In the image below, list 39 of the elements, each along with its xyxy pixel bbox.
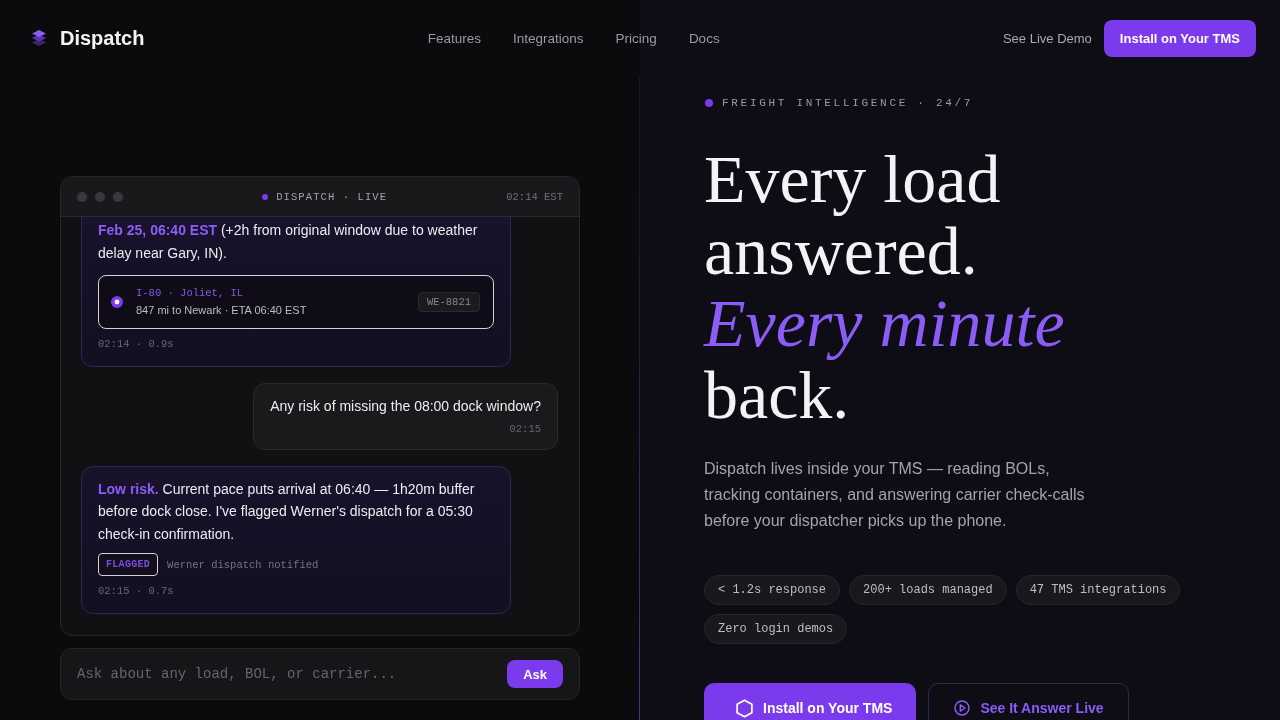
logo-icon [31, 29, 47, 47]
flag-note: Werner dispatch notified [167, 558, 319, 571]
stat-chip: < 1.2s response [704, 575, 841, 605]
load-card[interactable]: I-80 · Joliet, IL 847 mi to Newark · ETA 06:40 EST WE-8821 [98, 275, 494, 329]
message-text: Feb 25, 06:40 EST (+2h from original window due to weather delay near Gary, IN). [98, 221, 479, 263]
load-id-tag: WE-8821 [417, 292, 480, 312]
demo-link[interactable]: See Live Demo [1002, 30, 1092, 46]
ask-field[interactable]: Ask about any load, BOL, or carrier... Ask [60, 648, 580, 700]
hero-description: Dispatch lives inside your TMS — reading BOLs, tracking containers, and answering carrier check-calls before your dispatcher picks up the phone. [704, 459, 1086, 531]
nav-link[interactable]: Pricing [615, 30, 657, 46]
load-detail: 847 mi to Newark · ETA 06:40 EST [136, 303, 308, 318]
stat-chip: Zero login demos [704, 614, 848, 644]
ask-button[interactable]: Ask [507, 660, 563, 688]
headline: Every load answered. Every minute back. [704, 143, 1066, 431]
message-text: Any risk of missing the 08:00 dock window? [270, 397, 541, 416]
load-route: I-80 · Joliet, IL [136, 286, 245, 301]
nav-link[interactable]: Integrations [513, 30, 584, 46]
nav-link[interactable]: Features [427, 30, 482, 46]
live-dot-icon [262, 193, 269, 200]
message-meta: 02:15 · 0.7s [98, 584, 174, 598]
eyebrow-dot-icon [705, 99, 713, 107]
location-dot-icon [111, 296, 123, 308]
hexagon-icon [736, 698, 753, 718]
install-button[interactable]: Install on Your TMS [704, 683, 917, 720]
window-title: DISPATCH · LIVE [276, 190, 388, 203]
message-meta: 02:14 · 0.9s [98, 337, 174, 351]
message-time: 02:15 [509, 421, 541, 436]
window-clock: 02:14 EST [506, 190, 563, 203]
stat-chip: 47 TMS integrations [1015, 575, 1181, 605]
play-icon [954, 700, 971, 716]
message-text: Low risk. Current pace puts arrival at 06:40 — 1h20m buffer before dock close. I've flagged Werner's dispatch for a 05:30 check-in confirmation. [98, 479, 476, 544]
brand-name: Dispatch [60, 26, 145, 50]
nav-link[interactable]: Docs [688, 30, 720, 46]
stat-chip: 200+ loads managed [849, 575, 1007, 605]
demo-button[interactable]: See It Answer Live [928, 683, 1129, 720]
flagged-badge: FLAGGED [98, 553, 159, 576]
eyebrow-text: FREIGHT INTELLIGENCE · 24/7 [722, 97, 974, 109]
install-button[interactable]: Install on Your TMS [1103, 19, 1256, 57]
window-controls-icon [77, 191, 123, 202]
